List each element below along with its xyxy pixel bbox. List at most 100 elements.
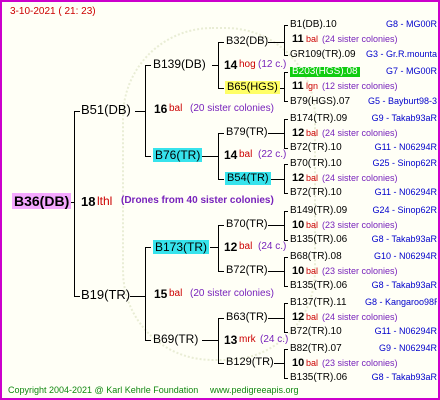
gen2-queen-id[interactable]: B139(DB) [153,58,206,70]
connector [284,349,288,350]
gen4-queen-id[interactable]: B72(TR).10 [290,143,342,153]
gen4-queen-id[interactable]: GR109(TR).09 [290,50,356,60]
gen4-origin: G7 - MG00R [385,67,437,76]
connector [210,247,218,248]
gen4-queen-id[interactable]: B70(TR).10 [290,159,342,169]
gen1-code: bal [169,103,183,114]
gen4-queen-id[interactable]: B149(TR).09 [290,206,347,216]
connector [135,111,145,112]
gen4-count: 10 [292,357,305,369]
connector [284,332,288,333]
gen2-note: (24 c.) [260,334,289,345]
gen4-note: (23 sister colonies) [322,220,398,230]
gen1-queen-id[interactable]: B51(DB) [81,103,131,116]
connector [284,72,288,73]
gen4-note: (24 sister colonies) [322,34,398,44]
connector [218,42,219,88]
gen4-queen-id[interactable]: B68(TR).08 [290,252,342,262]
gen1-queen-id[interactable]: B19(TR) [81,288,130,301]
gen4-count: 12 [292,311,305,323]
gen4-code: lgn [306,81,319,91]
connector [284,164,288,165]
gen4-queen-id[interactable]: B203(HGS).08 [290,67,360,77]
site-link[interactable]: www.pedigreeapis.org [210,386,299,395]
pedigree-chart: 3-10-2021 ( 21: 23) B36(DB) 18 lthl (Dro… [0,0,440,400]
gen4-queen-id[interactable]: B135(TR).06 [290,373,347,383]
connector [284,25,285,55]
gen4-queen-id[interactable]: B79(HGS).07 [290,97,350,107]
gen1-note: (20 sister colonies) [190,103,274,114]
connector [284,193,288,194]
gen4-count: 12 [292,127,305,139]
gen3-queen-id[interactable]: B129(TR) [226,357,274,368]
gen1-count: 16 [154,102,168,116]
connector [145,340,151,341]
gen4-queen-id[interactable]: B72(TR).10 [290,188,342,198]
connector [218,88,224,89]
gen4-queen-id[interactable]: B137(TR).11 [290,298,347,308]
gen2-queen-id[interactable]: B173(TR) [153,240,210,254]
gen3-code: bal [239,149,253,160]
gen4-code: bal [306,173,319,183]
connector [218,363,224,364]
connector [130,296,145,297]
gen4-queen-id[interactable]: B72(TR).10 [290,327,342,337]
connector [268,133,284,134]
gen4-code: bal [306,128,319,138]
gen4-code: bal [306,34,319,44]
gen4-queen-id[interactable]: B82(TR).07 [290,344,342,354]
gen4-note: (12 sister colonies) [322,81,398,91]
gen3-queen-id[interactable]: B54(TR) [225,172,271,185]
connector [145,156,151,157]
gen4-note: (23 sister colonies) [322,266,398,276]
gen4-code: bal [306,312,319,322]
gen2-queen-id[interactable]: B76(TR) [153,148,203,162]
gen4-queen-id[interactable]: B174(TR).09 [290,114,347,124]
gen2-queen-id[interactable]: B69(TR) [153,333,198,345]
gen4-note: (23 sister colonies) [322,358,398,368]
gen4-origin: G8 - Takab93aR [371,281,437,290]
connector [284,286,288,287]
connector [284,119,288,120]
gen2-note: (24 c.) [258,241,287,252]
gen3-queen-id[interactable]: B72(TR) [226,265,268,276]
connector [284,211,288,212]
connector [284,257,288,258]
gen4-queen-id[interactable]: B135(TR).06 [290,235,347,245]
gen4-count: 12 [292,172,305,184]
connector [284,25,288,26]
gen4-queen-id[interactable]: B1(DB).10 [290,20,337,30]
gen3-queen-id[interactable]: B32(DB) [226,36,268,47]
gen4-count: 11 [292,33,304,45]
gen3-queen-id[interactable]: B65(HGS) [225,81,280,94]
gen3-note: (22 c.) [258,149,287,160]
connector [145,247,151,248]
connector [268,225,284,226]
gen4-origin: G11 - N06294R [374,188,437,197]
connector [268,271,284,272]
copyright: Copyright 2004-2021 @ Karl Kehrle Founda… [8,385,199,395]
gen4-note: (24 sister colonies) [322,128,398,138]
gen3-queen-id[interactable]: B70(TR) [226,219,268,230]
connector [268,42,284,43]
connector [268,318,284,319]
gen2-count: 13 [224,333,238,347]
connector [145,65,146,156]
gen4-count: 10 [292,219,305,231]
gen4-origin: G8 - Takab93aR [371,235,437,244]
root-gen-count: 18 [81,194,96,209]
connector [218,133,219,179]
connector [218,42,224,43]
gen3-queen-id[interactable]: B79(TR) [226,127,268,138]
gen3-queen-id[interactable]: B63(TR) [226,312,268,323]
connector [218,271,224,272]
root-note: (Drones from 40 sister colonies) [121,195,274,206]
connector [284,349,285,378]
gen2-code: mrk [239,334,256,345]
gen2-count: 12 [224,240,238,254]
root-queen-id[interactable]: B36(DB) [12,193,72,209]
connector [284,55,288,56]
gen4-queen-id[interactable]: B135(TR).06 [290,281,347,291]
connector [284,257,285,286]
root-gen-code: lthl [97,194,113,208]
